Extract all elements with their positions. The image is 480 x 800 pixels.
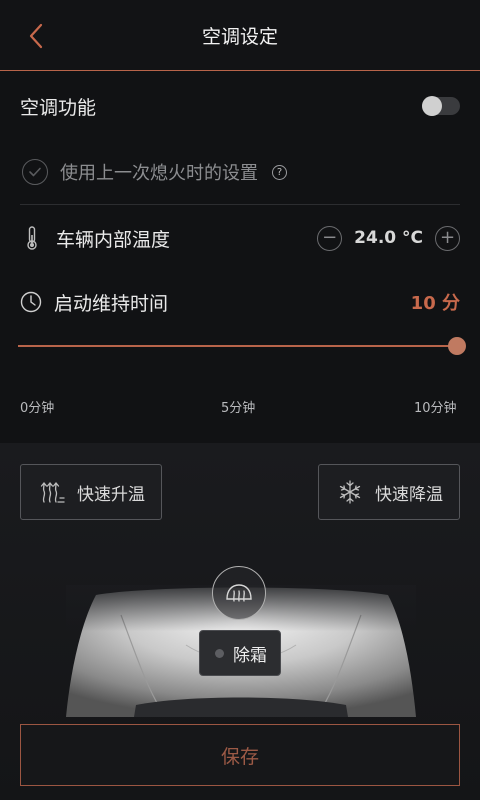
ac-function-label: 空调功能 [20, 96, 97, 119]
temperature-stepper: − 24.0 °C + [317, 225, 460, 251]
ac-function-row: 空调功能 [20, 84, 460, 128]
defrost-toggle[interactable]: 除霜 [199, 630, 281, 676]
last-settings-checkbox[interactable] [22, 159, 48, 185]
temperature-label: 车辆内部温度 [56, 228, 171, 251]
heat-waves-icon [37, 477, 67, 507]
duration-label: 启动维持时间 [54, 292, 169, 315]
last-settings-row: 使用上一次熄火时的设置 ? [20, 150, 460, 194]
tick-label-max: 10分钟 [414, 401, 457, 416]
quick-cool-button[interactable]: 快速降温 [318, 464, 460, 520]
slider-thumb[interactable] [448, 337, 466, 355]
duration-value: 10 分 [410, 293, 460, 314]
thermometer-icon [27, 226, 37, 250]
defrost-label: 除霜 [233, 645, 267, 666]
quick-cool-label: 快速降温 [375, 484, 443, 505]
snowflake-icon [335, 477, 365, 507]
page-title: 空调设定 [201, 26, 278, 48]
clock-icon [20, 291, 42, 313]
save-button[interactable]: 保存 [20, 724, 460, 786]
defrost-status-indicator [215, 648, 224, 658]
divider [20, 204, 460, 205]
windshield-defrost-icon [226, 584, 252, 602]
slider-track [18, 345, 458, 347]
ac-function-toggle[interactable] [422, 96, 460, 116]
duration-row: 启动维持时间 10 分 [20, 280, 460, 324]
temperature-increase-button[interactable]: + [435, 225, 460, 251]
temperature-value: 24.0 °C [354, 228, 423, 248]
quick-heat-button[interactable]: 快速升温 [20, 464, 162, 520]
help-icon[interactable]: ? [272, 164, 287, 180]
quick-heat-label: 快速升温 [77, 484, 145, 505]
tick-label-mid: 5分钟 [221, 401, 256, 416]
temperature-decrease-button[interactable]: − [317, 225, 343, 251]
tick-label-min: 0分钟 [20, 401, 55, 416]
checkmark-icon [29, 167, 41, 177]
last-settings-label: 使用上一次熄火时的设置 [60, 163, 258, 184]
temperature-row: 车辆内部温度 − 24.0 °C + [20, 216, 460, 260]
duration-slider[interactable] [18, 336, 466, 356]
toggle-knob [422, 96, 442, 116]
defrost-button[interactable] [212, 566, 266, 620]
header-bar: 空调设定 [0, 0, 480, 71]
